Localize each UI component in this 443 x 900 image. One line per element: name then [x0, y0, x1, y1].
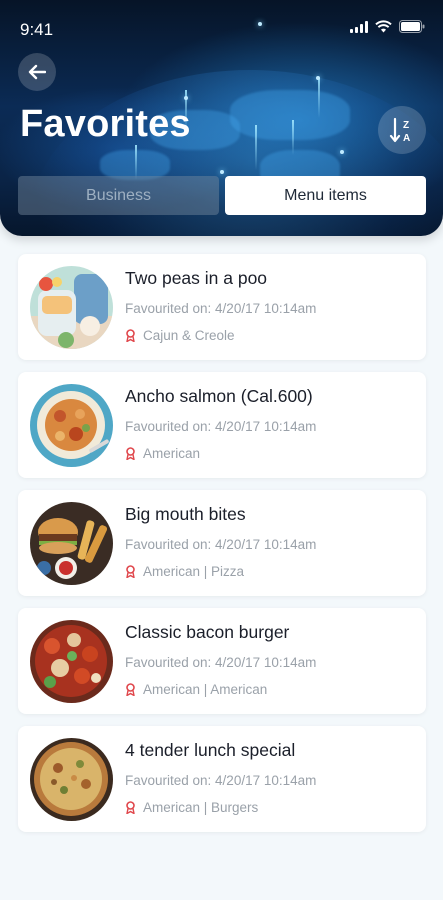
award-ribbon-icon: [126, 683, 135, 696]
favorite-card[interactable]: Two peas in a poo Favourited on: 4/20/17…: [18, 254, 426, 360]
tab-business[interactable]: Business: [18, 176, 219, 215]
favorite-card[interactable]: Ancho salmon (Cal.600) Favourited on: 4/…: [18, 372, 426, 478]
sort-alphabetical-button[interactable]: Z A: [378, 106, 426, 154]
light-beam: [318, 78, 320, 118]
continent-shape: [230, 90, 350, 140]
tab-switcher: Business Menu items: [18, 176, 426, 215]
light-dot: [340, 150, 344, 154]
battery-icon: [399, 20, 425, 33]
favorite-card[interactable]: 4 tender lunch special Favourited on: 4/…: [18, 726, 426, 832]
item-category: American | American: [125, 682, 267, 697]
item-category: American: [125, 446, 200, 461]
light-dot: [220, 170, 224, 174]
light-dot: [184, 96, 188, 100]
award-ribbon-icon: [126, 447, 135, 460]
item-category: American | Pizza: [125, 564, 244, 579]
favourited-date: Favourited on: 4/20/17 10:14am: [125, 301, 317, 316]
item-title: Two peas in a poo: [125, 268, 268, 288]
page-title: Favorites: [20, 103, 191, 145]
arrow-left-icon: [28, 64, 46, 80]
status-time: 9:41: [20, 20, 54, 39]
status-bar: 9:41: [0, 0, 443, 56]
item-title: 4 tender lunch special: [125, 740, 296, 760]
food-thumbnail: [30, 738, 113, 821]
light-beam: [135, 145, 137, 180]
item-title: Ancho salmon (Cal.600): [125, 386, 313, 406]
favorite-card[interactable]: Big mouth bites Favourited on: 4/20/17 1…: [18, 490, 426, 596]
light-beam: [292, 120, 294, 155]
food-thumbnail: [30, 384, 113, 467]
category-label: American | American: [143, 682, 268, 697]
favorite-card[interactable]: Classic bacon burger Favourited on: 4/20…: [18, 608, 426, 714]
light-dot: [316, 76, 320, 80]
item-title: Classic bacon burger: [125, 622, 290, 642]
award-ribbon-icon: [126, 329, 135, 342]
back-button[interactable]: [18, 53, 56, 91]
food-thumbnail: [30, 266, 113, 349]
status-icons: [350, 20, 425, 33]
award-ribbon-icon: [126, 801, 135, 814]
item-category: Cajun & Creole: [125, 328, 235, 343]
svg-text:Z: Z: [403, 120, 409, 131]
svg-text:A: A: [403, 133, 410, 144]
item-category: American | Burgers: [125, 800, 258, 815]
sort-z-a-icon: Z A: [389, 117, 410, 144]
cellular-signal-icon: [350, 20, 368, 33]
favourited-date: Favourited on: 4/20/17 10:14am: [125, 773, 317, 788]
food-thumbnail: [30, 502, 113, 585]
wifi-icon: [375, 20, 392, 33]
food-thumbnail: [30, 620, 113, 703]
favourited-date: Favourited on: 4/20/17 10:14am: [125, 655, 317, 670]
header: 9:41 Favorites Z A Business Menu items: [0, 0, 443, 236]
award-ribbon-icon: [126, 565, 135, 578]
category-label: American | Pizza: [143, 564, 245, 579]
category-label: American: [143, 446, 201, 461]
category-label: Cajun & Creole: [143, 328, 235, 343]
tab-menu-items[interactable]: Menu items: [225, 176, 426, 215]
favourited-date: Favourited on: 4/20/17 10:14am: [125, 537, 317, 552]
category-label: American | Burgers: [143, 800, 259, 815]
light-beam: [255, 125, 257, 170]
item-title: Big mouth bites: [125, 504, 246, 524]
favourited-date: Favourited on: 4/20/17 10:14am: [125, 419, 317, 434]
